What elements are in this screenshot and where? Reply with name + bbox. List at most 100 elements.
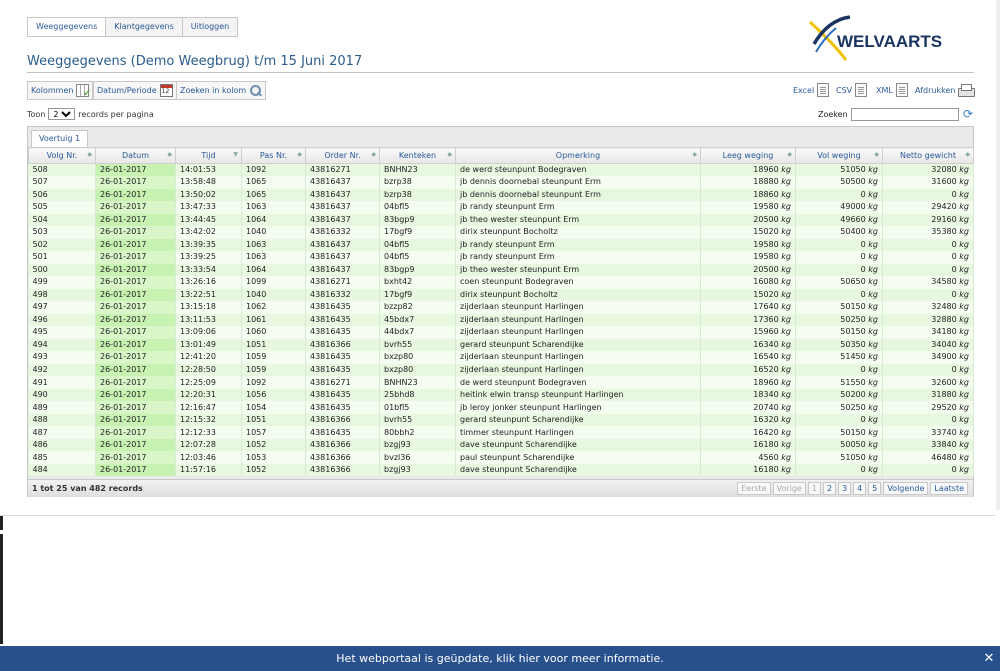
cell-value: 16180	[753, 440, 779, 450]
table-cell: 16520 kg	[700, 363, 796, 377]
table-row[interactable]: 489 26-01-2017 12:16:47 1054 43816435 01bfl5 j…	[28, 401, 974, 414]
table-cell: 16540 kg	[700, 351, 796, 364]
table-row[interactable]: 491 26-01-2017 12:25:09 1092 43816271 BNHN23 d…	[28, 376, 974, 389]
nav-tab-uitloggen[interactable]: Uitloggen	[182, 18, 238, 36]
unit-label: kg	[781, 177, 791, 187]
table-cell: 13:09:06	[175, 326, 242, 339]
table-cell: 50650 kg	[795, 276, 883, 289]
table-row[interactable]: 505 26-01-2017 13:47:33 1063 43816437 04bfl5 j…	[28, 201, 974, 214]
table-row[interactable]: 492 26-01-2017 12:28:50 1059 43816435 bxzp80 z…	[28, 363, 974, 377]
nav-tab-weeggegevens[interactable]: Weeggegevens	[28, 18, 107, 36]
table-row[interactable]: 488 26-01-2017 12:15:32 1051 43816366 bvrh55 g…	[28, 413, 974, 427]
table-row[interactable]: 501 26-01-2017 13:39:25 1063 43816437 04bfl5 j…	[28, 251, 974, 264]
table-cell: 19580 kg	[700, 251, 796, 264]
pager-page-3[interactable]: 3	[838, 482, 852, 495]
table-cell: jb theo wester steunpunt Erm	[455, 213, 701, 227]
table-cell: 43816271	[305, 163, 380, 177]
nav-tab-klantgegevens[interactable]: Klantgegevens	[106, 18, 183, 36]
table-row[interactable]: 495 26-01-2017 13:09:06 1060 43816435 44bdx7 z…	[28, 326, 974, 339]
column-header-5[interactable]: Kenteken ◆	[379, 147, 456, 164]
pager-page-4[interactable]: 4	[853, 482, 867, 495]
column-header-1[interactable]: Datum ◆	[95, 147, 176, 164]
cell-value: 16320	[753, 415, 779, 425]
pager-prev[interactable]: Vorige	[772, 482, 806, 495]
column-header-8[interactable]: Vol weging ◆	[795, 147, 883, 164]
table-row[interactable]: 485 26-01-2017 12:03:46 1053 43816366 bvzl36 p…	[28, 451, 974, 464]
table-cell: 12:25:09	[175, 376, 242, 389]
table-cell: 500	[28, 263, 96, 277]
table-cell: dirix steunpunt Bocholtz	[455, 226, 701, 239]
unit-label: kg	[868, 465, 878, 475]
table-row[interactable]: 496 26-01-2017 13:11:53 1061 43816435 45bdx7 z…	[28, 313, 974, 327]
table-cell: 83bgp9	[379, 213, 456, 227]
pager-last[interactable]: Laatste	[930, 482, 968, 495]
column-header-label: Volg Nr.	[46, 151, 78, 160]
unit-label: kg	[781, 277, 791, 287]
table-row[interactable]: 507 26-01-2017 13:58:48 1065 43816437 bzrp38 j…	[28, 176, 974, 189]
table-cell: 1065	[241, 188, 306, 202]
table-cell: 43816332	[305, 288, 380, 302]
table-row[interactable]: 502 26-01-2017 13:39:35 1063 43816437 04bfl5 j…	[28, 238, 974, 252]
export-excel-button[interactable]: Excel	[791, 81, 831, 99]
unit-label: kg	[868, 402, 878, 412]
pager-page-1[interactable]: 1	[807, 482, 821, 495]
table-row[interactable]: 504 26-01-2017 13:44:45 1064 43816437 83bgp9 j…	[28, 213, 974, 227]
table-row[interactable]: 494 26-01-2017 13:01:49 1051 43816366 bvrh55 g…	[28, 338, 974, 352]
pager-next[interactable]: Volgende	[883, 482, 929, 495]
tab-voertuig-1[interactable]: Voertuig 1	[31, 130, 89, 147]
print-button[interactable]: Afdrukken	[913, 81, 976, 99]
cell-value: 0	[860, 289, 866, 299]
table-row[interactable]: 490 26-01-2017 12:20:31 1056 43816435 25bhd8 h…	[28, 388, 974, 402]
cell-value: 0	[860, 465, 866, 475]
table-row[interactable]: 499 26-01-2017 13:26:16 1099 43816271 bxht42 c…	[28, 276, 974, 289]
table-cell: 502	[28, 238, 96, 252]
table-row[interactable]: 497 26-01-2017 13:15:18 1062 43816435 bzzp82 z…	[28, 301, 974, 314]
column-header-0[interactable]: Volg Nr. ◆	[28, 147, 96, 164]
cell-value: 15020	[753, 289, 779, 299]
table-row[interactable]: 508 26-01-2017 14:01:53 1092 43816271 BNHN23 d…	[28, 163, 974, 177]
column-header-2[interactable]: Tijd ▼	[175, 147, 242, 164]
table-cell: 1092	[241, 376, 306, 389]
table-row[interactable]: 484 26-01-2017 11:57:16 1052 43816366 bzgj93 d…	[28, 463, 974, 477]
column-header-4[interactable]: Order Nr. ◆	[305, 147, 380, 164]
table-cell: bzrp38	[379, 176, 456, 189]
table-row[interactable]: 498 26-01-2017 13:22:51 1040 43816332 17bgf9 d…	[28, 288, 974, 302]
pager-page-5[interactable]: 5	[868, 482, 882, 495]
pager-first[interactable]: Eerste	[737, 482, 771, 495]
table-row[interactable]: 500 26-01-2017 13:33:54 1064 43816437 83bgp9 j…	[28, 263, 974, 277]
pager-page-2[interactable]: 2	[822, 482, 837, 495]
update-notice-bar[interactable]: Het webportaal is geüpdate, klik hier vo…	[0, 646, 1000, 671]
table-row[interactable]: 486 26-01-2017 12:07:28 1052 43816366 bzgj93 d…	[28, 438, 974, 452]
table-cell: 13:47:33	[175, 201, 242, 214]
columns-button[interactable]: Kolommen	[27, 81, 94, 100]
column-header-6[interactable]: Opmerking ◆	[455, 147, 701, 164]
table-row[interactable]: 493 26-01-2017 12:41:20 1059 43816435 bxzp80 z…	[28, 351, 974, 364]
export-xml-button[interactable]: XML	[874, 81, 910, 99]
table-row[interactable]: 503 26-01-2017 13:42:02 1040 43816332 17bgf9 d…	[28, 226, 974, 239]
table-row[interactable]: 487 26-01-2017 12:12:33 1057 43816435 80bbh2 t…	[28, 426, 974, 439]
search-input[interactable]	[850, 108, 959, 121]
scrollbar-track[interactable]	[996, 0, 1000, 510]
column-header-3[interactable]: Pas Nr. ◆	[241, 147, 306, 164]
table-cell: 486	[28, 438, 96, 452]
page-length-select[interactable]: 25	[48, 108, 76, 120]
column-header-9[interactable]: Netto gewicht ◆	[882, 147, 974, 164]
table-cell: 12:28:50	[175, 363, 242, 377]
close-icon[interactable]: ✕	[982, 652, 996, 666]
column-header-label: Tijd	[201, 151, 216, 160]
table-cell: 497	[28, 301, 96, 314]
unit-label: kg	[781, 440, 791, 450]
table-row[interactable]: 506 26-01-2017 13:50:02 1065 43816437 bzrp38 j…	[28, 188, 974, 202]
table-cell: 498	[28, 288, 96, 302]
date-period-button[interactable]: Datum/Periode	[93, 81, 177, 100]
table-cell: 12:15:32	[175, 413, 242, 427]
export-csv-button[interactable]: CSV	[834, 81, 869, 99]
unit-label: kg	[959, 327, 969, 337]
search-column-button[interactable]: Zoeken in kolom	[176, 81, 267, 100]
sort-arrows-icon: ◆	[787, 151, 792, 158]
column-header-7[interactable]: Leeg weging ◆	[700, 147, 796, 164]
cell-value: 49660	[840, 214, 866, 224]
cell-value: 34180	[931, 327, 957, 337]
refresh-icon[interactable]: ⟳	[963, 108, 975, 120]
table-cell: 50350 kg	[795, 338, 883, 352]
